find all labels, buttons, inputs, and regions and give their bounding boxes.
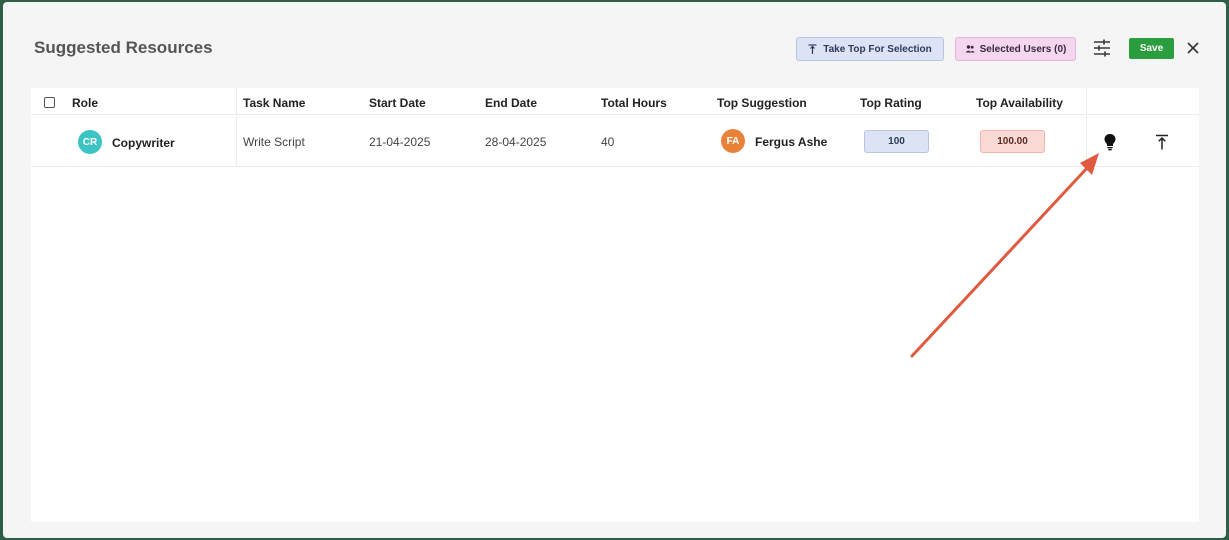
modal-header: Suggested Resources Take Top For Selecti… [3, 2, 1226, 86]
modal-title: Suggested Resources [34, 38, 213, 57]
column-divider [1086, 88, 1087, 115]
lightbulb-icon[interactable] [1103, 133, 1117, 151]
column-header-top-suggestion: Top Suggestion [717, 96, 807, 110]
take-top-for-selection-button[interactable]: Take Top For Selection [796, 37, 944, 61]
selected-users-button[interactable]: Selected Users (0) [955, 37, 1076, 61]
column-header-top-rating: Top Rating [860, 96, 922, 110]
column-divider [236, 88, 237, 115]
close-icon[interactable] [1186, 41, 1200, 55]
column-divider [236, 116, 237, 167]
take-top-icon [808, 44, 817, 54]
save-button[interactable]: Save [1129, 38, 1174, 59]
take-top-label: Take Top For Selection [823, 43, 932, 55]
column-header-role: Role [72, 96, 99, 110]
filter-settings-icon[interactable] [1093, 39, 1111, 57]
column-header-top-availability: Top Availability [976, 96, 1063, 110]
end-date: 28-04-2025 [485, 135, 547, 149]
table-header: Role Task Name Start Date End Date Total… [31, 88, 1199, 115]
top-rating-badge: 100 [864, 130, 929, 153]
suggested-resources-modal: Suggested Resources Take Top For Selecti… [3, 2, 1226, 538]
task-name: Write Script [243, 135, 305, 149]
column-header-start-date: Start Date [369, 96, 426, 110]
role-name: Copywriter [112, 136, 175, 150]
selected-users-label: Selected Users (0) [979, 43, 1067, 55]
total-hours: 40 [601, 135, 615, 149]
column-header-task-name: Task Name [243, 96, 306, 110]
start-date: 21-04-2025 [369, 135, 431, 149]
top-availability-badge: 100.00 [980, 130, 1045, 153]
resources-table: Role Task Name Start Date End Date Total… [31, 88, 1199, 522]
top-suggestion-name: Fergus Ashe [755, 135, 828, 149]
column-divider [1086, 116, 1087, 167]
move-to-top-icon[interactable] [1155, 134, 1169, 150]
column-header-total-hours: Total Hours [601, 96, 667, 110]
role-avatar: CR [78, 130, 102, 154]
users-icon [965, 45, 975, 53]
suggestion-avatar: FA [721, 129, 745, 153]
table-row[interactable]: CR Copywriter Write Script 21-04-2025 28… [31, 116, 1199, 167]
column-header-end-date: End Date [485, 96, 538, 110]
select-all-checkbox[interactable] [44, 97, 55, 108]
